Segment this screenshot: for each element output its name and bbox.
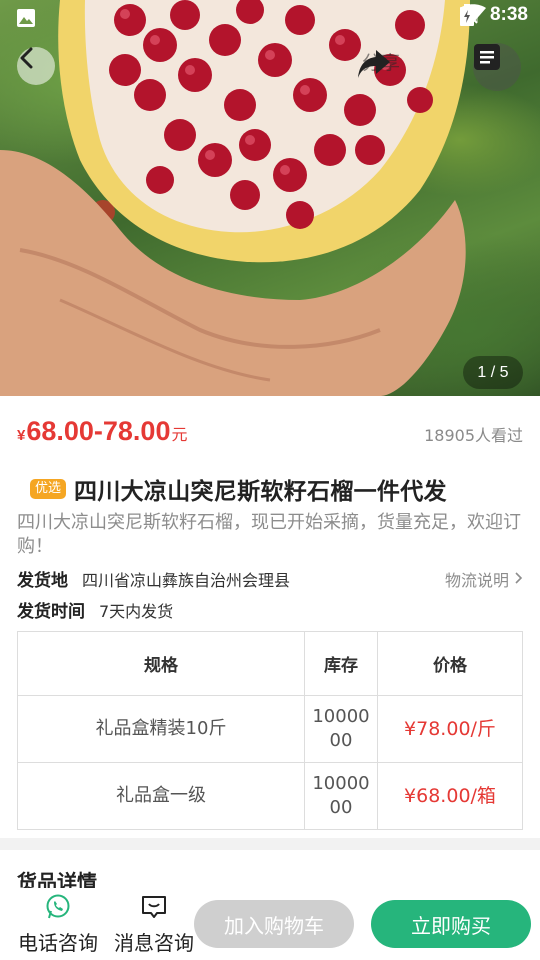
ship-from-value: 四川省凉山彝族自治州会理县 — [82, 570, 291, 590]
price-amount: 68.00-78.00 — [26, 416, 171, 446]
price-unit: 元 — [171, 427, 188, 444]
spec-cell: 礼品盒一级 — [17, 762, 305, 830]
pomegranate-photo — [0, 0, 471, 396]
section-divider — [0, 838, 540, 850]
ship-time-value: 7天内发货 — [99, 601, 174, 621]
spec-table-header: 规格 库存 价格 — [17, 631, 523, 696]
featured-badge: 优选 — [30, 479, 67, 499]
price-currency: ¥ — [17, 427, 26, 444]
table-row[interactable]: 礼品盒精装10斤 1000000 ¥78.00/斤 — [17, 695, 523, 763]
bottom-action-bar: 电话咨询 消息咨询 加入购物车 立即购买 — [0, 888, 540, 960]
price-range: ¥ 68.00-78.00 元 — [17, 416, 187, 447]
ship-from-row: 发货地 四川省凉山彝族自治州会理县 物流说明 — [17, 566, 523, 591]
phone-consult-button[interactable]: 电话咨询 — [18, 894, 98, 956]
add-to-cart-button[interactable]: 加入购物车 — [194, 900, 354, 948]
gallery-page-indicator: 1 / 5 — [463, 356, 523, 389]
stock-cell: 1000000 — [304, 762, 378, 830]
chat-bubble-icon — [141, 894, 167, 924]
share-button[interactable]: 分享 — [356, 48, 400, 78]
message-consult-label: 消息咨询 — [114, 931, 194, 955]
ship-time-label: 发货时间 — [17, 602, 85, 622]
ship-from-label: 发货地 — [17, 571, 68, 591]
phone-consult-label: 电话咨询 — [18, 931, 98, 955]
stock-cell: 1000000 — [304, 695, 378, 763]
price-row: ¥ 68.00-78.00 元 18905人看过 — [0, 396, 540, 468]
product-description: 四川大凉山突尼斯软籽石榴，现已开始采摘，货量充足，欢迎订购！ — [17, 512, 521, 557]
logistics-info-link[interactable]: 物流说明 — [445, 567, 523, 591]
product-title-row: 优选 四川大凉山突尼斯软籽石榴一件代发 — [30, 472, 447, 506]
spec-table: 规格 库存 价格 礼品盒精装10斤 1000000 ¥78.00/斤 礼品盒一级… — [17, 631, 523, 830]
table-row[interactable]: 礼品盒一级 1000000 ¥68.00/箱 — [17, 762, 523, 830]
product-title: 四川大凉山突尼斯软籽石榴一件代发 — [74, 479, 447, 505]
buy-now-button[interactable]: 立即购买 — [371, 900, 531, 948]
price-column-header: 价格 — [377, 631, 523, 696]
chevron-right-icon — [515, 569, 523, 588]
spec-column-header: 规格 — [17, 631, 305, 696]
stock-column-header: 库存 — [304, 631, 378, 696]
message-consult-button[interactable]: 消息咨询 — [114, 894, 194, 956]
status-bar: 8:38 — [0, 0, 540, 36]
ship-time-row: 发货时间 7天内发货 — [17, 597, 523, 623]
viewer-count: 18905人看过 — [424, 426, 523, 445]
back-button[interactable] — [17, 47, 55, 85]
product-image-gallery[interactable]: 8:38 分享 1 / 5 — [0, 0, 540, 396]
whatsapp-phone-icon — [45, 894, 71, 924]
spec-cell: 礼品盒精装10斤 — [17, 695, 305, 763]
logistics-label: 物流说明 — [444, 570, 509, 590]
status-time: 8:38 — [489, 4, 528, 25]
price-cell: ¥68.00/箱 — [377, 762, 523, 830]
document-button[interactable] — [473, 43, 521, 91]
price-cell: ¥78.00/斤 — [377, 695, 523, 763]
